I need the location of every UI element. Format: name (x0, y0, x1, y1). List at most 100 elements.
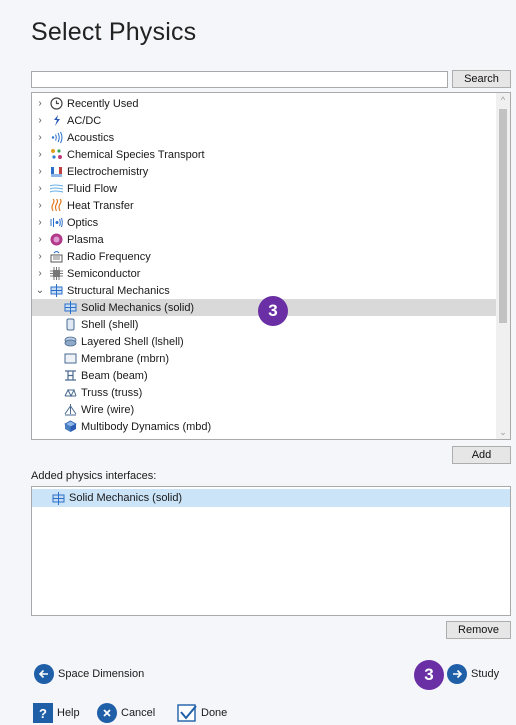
wire-icon (64, 403, 77, 416)
chevron-right-icon[interactable]: › (34, 149, 46, 160)
remove-button[interactable]: Remove (446, 621, 511, 639)
clock-icon (50, 97, 63, 110)
tree-scrollbar[interactable]: ^ ⌄ (496, 93, 510, 439)
added-item-label: Solid Mechanics (solid) (69, 492, 183, 504)
tree-item-acoustics[interactable]: › Acoustics (32, 129, 497, 146)
space-dimension-label: Space Dimension (58, 668, 145, 680)
solid-mechanics-icon (52, 491, 65, 505)
tree-item-label: Fluid Flow (67, 182, 118, 195)
optics-icon (50, 216, 63, 229)
chevron-right-icon[interactable]: › (34, 200, 46, 211)
added-physics-label: Added physics interfaces: (31, 470, 157, 482)
tree-item-label: Shell (shell) (81, 318, 139, 331)
added-physics-item[interactable]: Solid Mechanics (solid) (32, 489, 510, 507)
tree-item-optics[interactable]: › Optics (32, 214, 497, 231)
tree-item-electrochemistry[interactable]: › Electrochemistry (32, 163, 497, 180)
done-button[interactable]: Done (177, 703, 227, 723)
tree-child-truss[interactable]: Truss (truss) (32, 384, 497, 401)
truss-icon (64, 386, 77, 399)
help-icon: ? (33, 703, 53, 723)
space-dimension-button[interactable]: Space Dimension (34, 664, 144, 684)
tree-item-label: Recently Used (67, 97, 139, 110)
tree-item-label: Beam (beam) (81, 369, 148, 382)
plasma-icon (50, 233, 63, 246)
tree-item-semiconductor[interactable]: › Semiconductor (32, 265, 497, 282)
acdc-icon (50, 114, 63, 127)
tree-child-beam[interactable]: Beam (beam) (32, 367, 497, 384)
chevron-right-icon[interactable]: › (34, 115, 46, 126)
step-badge: 3 (258, 296, 288, 326)
page-title: Select Physics (31, 18, 197, 46)
tree-child-membrane[interactable]: Membrane (mbrn) (32, 350, 497, 367)
semiconductor-icon (50, 267, 63, 280)
tree-item-radio-frequency[interactable]: › Radio Frequency (32, 248, 497, 265)
study-button[interactable]: Study (447, 664, 499, 684)
physics-tree: › Recently Used › AC/DC › Acoustics › Ch… (31, 92, 511, 440)
tree-item-chemical-species-transport[interactable]: › Chemical Species Transport (32, 146, 497, 163)
tree-item-acdc[interactable]: › AC/DC (32, 112, 497, 129)
beam-icon (64, 369, 77, 382)
step-badge: 3 (414, 660, 444, 690)
search-input[interactable] (31, 71, 448, 88)
chevron-right-icon[interactable]: › (34, 183, 46, 194)
tree-item-label: Radio Frequency (67, 250, 151, 263)
study-label: Study (471, 668, 500, 680)
tree-child-layered-shell[interactable]: Layered Shell (lshell) (32, 333, 497, 350)
tree-item-label: Chemical Species Transport (67, 148, 205, 161)
tree-item-label: Optics (67, 216, 99, 229)
tree-child-wire[interactable]: Wire (wire) (32, 401, 497, 418)
help-button[interactable]: ? Help (33, 703, 80, 723)
electrochemistry-icon (50, 165, 63, 178)
tree-child-multibody-dynamics[interactable]: Multibody Dynamics (mbd) (32, 418, 497, 435)
membrane-icon (64, 352, 77, 365)
chevron-down-icon[interactable]: ⌄ (34, 285, 46, 296)
tree-item-label: Membrane (mbrn) (81, 352, 170, 365)
chevron-right-icon[interactable]: › (34, 166, 46, 177)
tree-item-label: Heat Transfer (67, 199, 134, 212)
tree-item-label: Multibody Dynamics (mbd) (81, 420, 212, 433)
tree-item-label: Structural Mechanics (67, 284, 170, 297)
chemical-species-icon (50, 148, 63, 161)
tree-item-structural-mechanics[interactable]: ⌄ Structural Mechanics (32, 282, 497, 299)
chevron-right-icon[interactable]: › (34, 217, 46, 228)
tree-item-label: Solid Mechanics (solid) (81, 301, 195, 314)
arrow-right-icon (447, 664, 467, 684)
scroll-down-icon[interactable]: ⌄ (496, 425, 510, 439)
radio-frequency-icon (50, 250, 63, 263)
tree-item-label: Acoustics (67, 131, 115, 144)
tree-item-label: Layered Shell (lshell) (81, 335, 184, 348)
help-label: Help (57, 707, 80, 719)
chevron-right-icon[interactable]: › (34, 251, 46, 262)
chevron-right-icon[interactable]: › (34, 132, 46, 143)
tree-item-label: AC/DC (67, 114, 102, 127)
multibody-icon (64, 420, 77, 433)
scroll-thumb[interactable] (499, 109, 507, 323)
search-button[interactable]: Search (452, 70, 511, 88)
added-physics-list: Solid Mechanics (solid) (31, 486, 511, 616)
shell-icon (64, 318, 77, 331)
tree-item-label: Truss (truss) (81, 386, 143, 399)
close-icon (97, 703, 117, 723)
cancel-button[interactable]: Cancel (97, 703, 155, 723)
chevron-right-icon[interactable]: › (34, 268, 46, 279)
tree-item-label: Electrochemistry (67, 165, 149, 178)
cancel-label: Cancel (121, 707, 156, 719)
checkmark-icon (177, 703, 197, 723)
scroll-up-icon[interactable]: ^ (496, 93, 510, 107)
tree-item-label: Wire (wire) (81, 403, 135, 416)
chevron-right-icon[interactable]: › (34, 98, 46, 109)
solid-mechanics-icon (64, 301, 77, 314)
arrow-left-icon (34, 664, 54, 684)
tree-item-recently-used[interactable]: › Recently Used (32, 95, 497, 112)
tree-item-fluid-flow[interactable]: › Fluid Flow (32, 180, 497, 197)
layered-shell-icon (64, 335, 77, 348)
tree-item-heat-transfer[interactable]: › Heat Transfer (32, 197, 497, 214)
tree-item-label: Plasma (67, 233, 104, 246)
add-button[interactable]: Add (452, 446, 511, 464)
tree-item-label: Semiconductor (67, 267, 141, 280)
acoustics-icon (50, 131, 63, 144)
structural-mechanics-icon (50, 284, 63, 297)
heat-transfer-icon (50, 199, 63, 212)
tree-item-plasma[interactable]: › Plasma (32, 231, 497, 248)
chevron-right-icon[interactable]: › (34, 234, 46, 245)
